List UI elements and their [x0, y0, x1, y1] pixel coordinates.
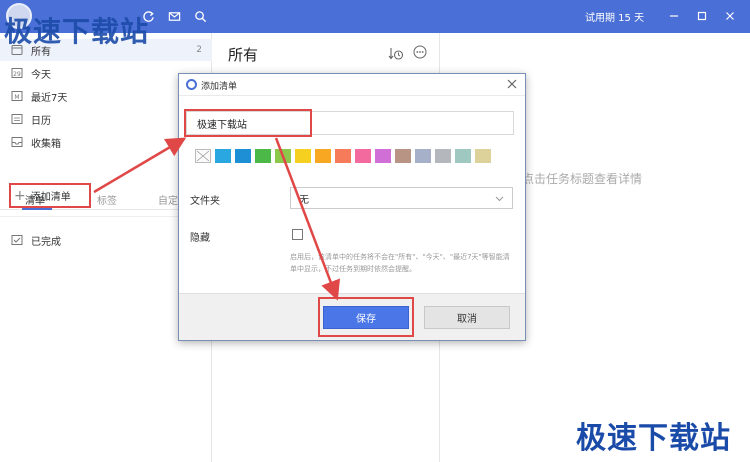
dialog-close-icon[interactable]	[506, 78, 518, 90]
add-list-label: 添加清单	[30, 192, 71, 203]
item-count: 2	[196, 45, 202, 55]
sidebar-item-label: 收集箱	[31, 138, 61, 150]
color-swatch[interactable]	[375, 149, 391, 163]
color-swatch[interactable]	[415, 149, 431, 163]
color-picker	[195, 149, 491, 163]
folder-label: 文件夹	[190, 196, 220, 207]
hide-label: 隐藏	[190, 233, 210, 244]
sidebar-item-label: 今天	[31, 69, 51, 81]
color-swatch[interactable]	[435, 149, 451, 163]
dialog-footer: 保存 取消	[179, 293, 525, 340]
color-swatch[interactable]	[295, 149, 311, 163]
folder-select[interactable]: 无	[290, 187, 513, 209]
active-tab-indicator	[22, 208, 52, 210]
save-button[interactable]: 保存	[323, 306, 409, 329]
close-button[interactable]	[719, 5, 741, 27]
minimize-button[interactable]	[663, 5, 685, 27]
color-swatch[interactable]	[235, 149, 251, 163]
plus-icon: +	[14, 187, 26, 204]
chevron-down-icon	[495, 194, 504, 203]
dialog-title: 添加清单	[201, 82, 238, 92]
folder-value: 无	[299, 194, 309, 206]
calendar-day-icon: 29	[11, 67, 23, 79]
annotation-box	[184, 109, 312, 137]
color-swatch[interactable]	[475, 149, 491, 163]
dialog-title-bar: 添加清单	[179, 74, 525, 96]
search-icon[interactable]	[192, 8, 208, 24]
sidebar-item-label: 已完成	[31, 236, 61, 248]
page-title: 所有	[228, 46, 259, 64]
cancel-button[interactable]: 取消	[424, 306, 510, 329]
hide-description: 启用后，该清单中的任务将不会在"所有"、"今天"、"最近7天"等智能清单中显示，…	[290, 253, 510, 273]
svg-text:M: M	[14, 94, 19, 101]
svg-text:29: 29	[13, 71, 21, 78]
watermark-top: 极速下载站	[4, 15, 150, 48]
app-logo-icon	[186, 79, 197, 90]
maximize-button[interactable]	[691, 5, 713, 27]
sidebar-item-label: 最近7天	[31, 92, 68, 104]
sort-icon[interactable]	[388, 46, 404, 62]
trial-status: 试用期 15 天	[585, 13, 645, 24]
color-swatch[interactable]	[255, 149, 271, 163]
add-list-dialog: 添加清单 文件夹 无 隐藏 启用后，该清单中的任务将不会在"所有"、"今天"、"…	[178, 73, 526, 341]
color-swatch-none[interactable]	[195, 149, 211, 163]
watermark-bottom: 极速下载站	[576, 421, 731, 456]
color-swatch[interactable]	[215, 149, 231, 163]
detail-placeholder: 点击任务标题查看详情	[522, 172, 643, 186]
add-list-button[interactable]: + 添加清单	[9, 183, 91, 208]
color-swatch[interactable]	[335, 149, 351, 163]
checkbox-checked-icon	[11, 234, 23, 246]
color-swatch[interactable]	[395, 149, 411, 163]
hide-checkbox[interactable]	[292, 229, 303, 240]
calendar-icon	[11, 113, 23, 125]
more-icon[interactable]	[413, 45, 427, 59]
color-swatch[interactable]	[315, 149, 331, 163]
title-bar-icons	[140, 8, 208, 24]
color-swatch[interactable]	[455, 149, 471, 163]
sidebar-item-label: 日历	[31, 115, 51, 127]
color-swatch[interactable]	[275, 149, 291, 163]
tab-custom[interactable]: 自定	[158, 192, 178, 207]
color-swatch[interactable]	[355, 149, 371, 163]
tab-tags[interactable]: 标签	[97, 192, 117, 207]
mail-icon[interactable]	[166, 8, 182, 24]
tray-icon	[11, 136, 23, 148]
calendar-week-icon: M	[11, 90, 23, 102]
